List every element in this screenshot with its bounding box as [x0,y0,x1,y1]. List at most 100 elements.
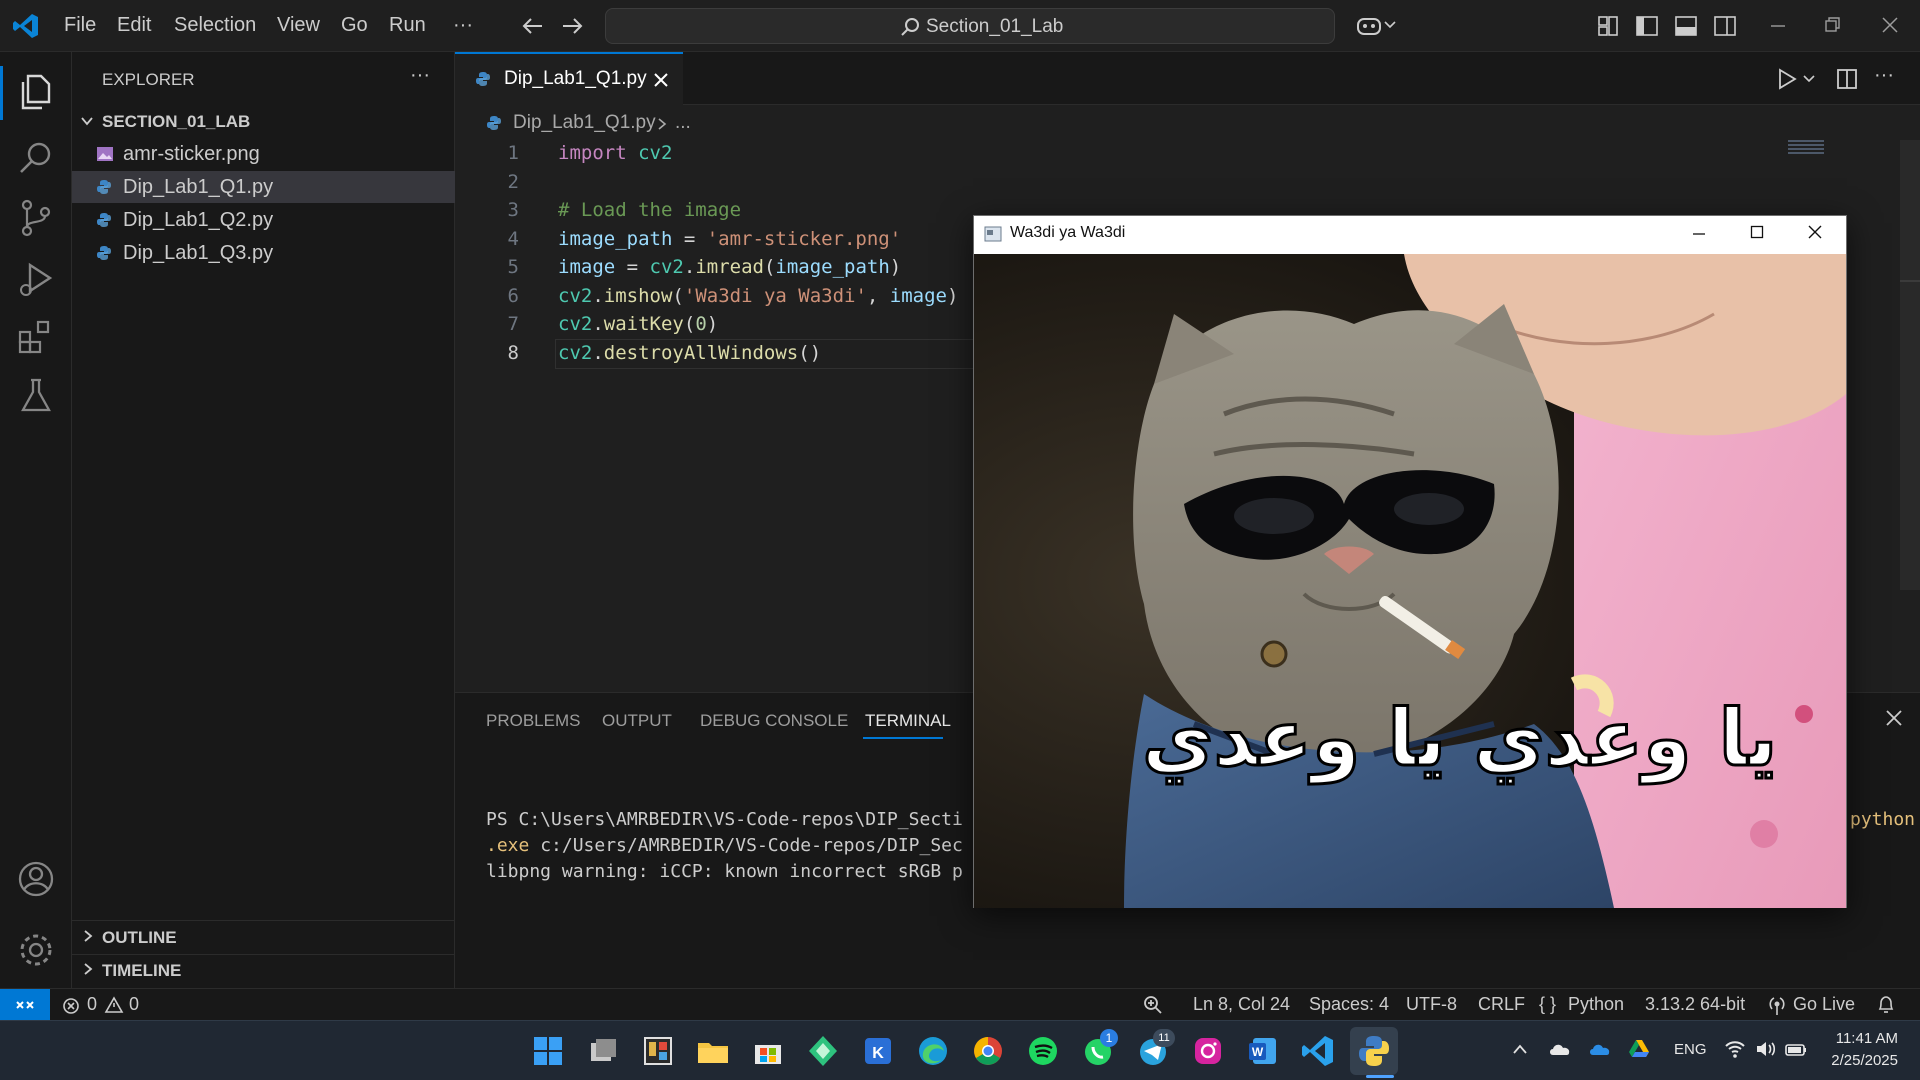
run-debug-icon[interactable] [14,257,58,301]
breadcrumb-file[interactable]: Dip_Lab1_Q1.py [513,112,656,134]
menu-more[interactable]: ··· [453,14,473,37]
wifi-icon[interactable] [1724,1039,1746,1059]
back-arrow-icon[interactable] [522,16,544,36]
spotify-icon[interactable] [1025,1033,1061,1069]
chevron-down-icon[interactable] [80,114,94,128]
code-line-8[interactable]: cv2.destroyAllWindows() [558,342,821,364]
explorer-icon[interactable] [14,70,58,114]
copilot-icon[interactable] [1356,14,1382,38]
code-line-5[interactable]: image = cv2.imread(image_path) [558,256,901,278]
testing-icon[interactable] [14,374,58,418]
battery-icon[interactable] [1784,1039,1808,1059]
toggle-secondary-sidebar-icon[interactable] [1714,15,1736,37]
instagram-icon[interactable] [1190,1033,1226,1069]
app-blue-k-icon[interactable]: K [860,1033,896,1069]
word-icon[interactable]: W [1245,1033,1281,1069]
timeline-section[interactable]: TIMELINE [102,961,181,981]
remote-indicator[interactable] [0,989,50,1021]
editor-more-button[interactable]: ··· [1874,64,1894,87]
tab-dip-lab1-q1[interactable]: Dip_Lab1_Q1.py [455,52,683,105]
go-live-button[interactable]: Go Live [1793,994,1855,1015]
outline-section[interactable]: OUTLINE [102,928,177,948]
sidebar-more-button[interactable]: ··· [410,64,430,87]
indentation[interactable]: Spaces: 4 [1309,994,1389,1015]
chevron-right-icon[interactable] [82,929,94,943]
chevron-up-icon[interactable] [1512,1043,1528,1055]
python-interpreter[interactable]: 3.13.2 64-bit [1645,994,1745,1015]
source-control-icon[interactable] [14,196,58,240]
file-item-dip-lab1-q2[interactable]: Dip_Lab1_Q2.py [72,204,455,236]
toggle-panel-icon[interactable] [1675,15,1697,37]
accounts-icon[interactable] [14,857,58,901]
toggle-primary-sidebar-icon[interactable] [1636,15,1658,37]
warning-count[interactable]: 0 [129,994,139,1015]
customize-layout-icon[interactable] [1597,15,1619,37]
extensions-icon[interactable] [14,316,58,360]
braces-icon[interactable]: { } [1539,994,1556,1015]
menu-file[interactable]: File [64,14,96,37]
folder-name[interactable]: SECTION_01_LAB [102,112,250,132]
menu-edit[interactable]: Edit [117,14,151,37]
menu-selection[interactable]: Selection [174,14,256,37]
tab-terminal[interactable]: TERMINAL [865,711,951,731]
broadcast-icon[interactable] [1768,996,1786,1016]
file-item-amr-sticker[interactable]: amr-sticker.png [72,138,455,170]
minimize-icon[interactable] [1769,20,1787,32]
volume-icon[interactable] [1755,1039,1777,1059]
error-count[interactable]: 0 [87,994,97,1015]
vscode-taskbar-icon[interactable] [1300,1033,1336,1069]
onedrive-blue-icon[interactable] [1588,1040,1612,1058]
editor-scrollbar[interactable] [1900,140,1920,590]
close-icon[interactable] [1881,16,1899,34]
code-line-6[interactable]: cv2.imshow('Wa3di ya Wa3di', image) [558,285,958,307]
chevron-right-icon[interactable] [82,962,94,976]
tab-output[interactable]: OUTPUT [602,711,672,731]
tab-problems[interactable]: PROBLEMS [486,711,580,731]
code-line-4[interactable]: image_path = 'amr-sticker.png' [558,228,901,250]
file-explorer-icon[interactable] [695,1033,731,1069]
code-line-7[interactable]: cv2.waitKey(0) [558,313,718,335]
bell-icon[interactable] [1877,995,1895,1015]
clock-time[interactable]: 11:41 AM [1830,1030,1898,1047]
file-item-dip-lab1-q1[interactable]: Dip_Lab1_Q1.py [72,171,455,203]
edge-browser-icon[interactable] [915,1033,951,1069]
split-editor-icon[interactable] [1836,68,1858,90]
line-ending[interactable]: CRLF [1478,994,1525,1015]
chrome-browser-icon[interactable] [970,1033,1006,1069]
minimap[interactable] [1788,140,1824,156]
onedrive-white-icon[interactable] [1548,1040,1572,1058]
opencv-image-window[interactable]: Wa3di ya Wa3di يا وعدي يا وعدي [973,215,1847,908]
breadcrumb-more[interactable]: ... [675,112,691,134]
close-icon[interactable] [1808,225,1822,239]
code-line-1[interactable]: import cv2 [558,142,672,164]
restore-icon[interactable] [1824,16,1842,34]
encoding[interactable]: UTF-8 [1406,994,1457,1015]
forward-arrow-icon[interactable] [561,16,583,36]
app-green-icon[interactable] [805,1033,841,1069]
chevron-down-icon[interactable] [1384,20,1396,30]
settings-gear-icon[interactable] [14,928,58,972]
search-icon[interactable] [14,137,58,181]
warning-icon[interactable] [104,996,124,1014]
menu-run[interactable]: Run [389,14,426,37]
microsoft-store-icon[interactable] [750,1033,786,1069]
cursor-position[interactable]: Ln 8, Col 24 [1193,994,1290,1015]
file-item-dip-lab1-q3[interactable]: Dip_Lab1_Q3.py [72,237,455,269]
code-line-3[interactable]: # Load the image [558,199,741,221]
tab-debug-console[interactable]: DEBUG CONSOLE [700,711,848,731]
minimize-icon[interactable] [1692,228,1706,240]
menu-view[interactable]: View [277,14,320,37]
google-drive-icon[interactable] [1628,1038,1650,1058]
windows-start-icon[interactable] [530,1033,566,1069]
command-center-search[interactable]: Section_01_Lab [605,8,1335,44]
chevron-down-icon[interactable] [1803,74,1815,84]
input-language[interactable]: ENG [1674,1041,1707,1058]
clock-date[interactable]: 2/25/2025 [1820,1052,1898,1069]
widgets-icon[interactable] [640,1033,676,1069]
maximize-icon[interactable] [1750,225,1764,239]
zoom-icon[interactable] [1143,995,1163,1015]
python-app-icon[interactable] [1356,1033,1392,1069]
task-view-icon[interactable] [585,1033,621,1069]
run-file-icon[interactable] [1776,68,1798,90]
menu-go[interactable]: Go [341,14,368,37]
